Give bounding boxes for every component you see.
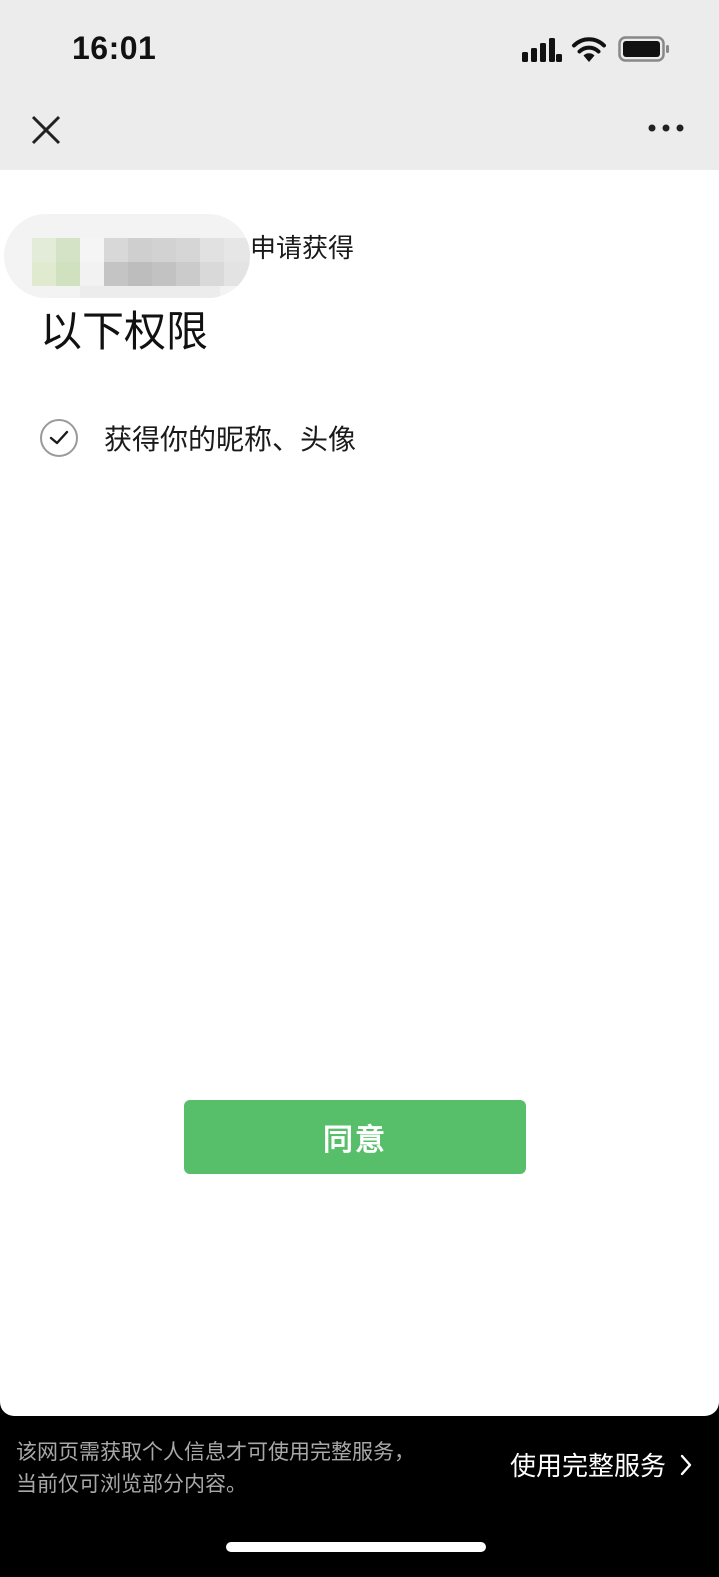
wifi-icon — [572, 37, 606, 62]
agree-button[interactable]: 同意 — [184, 1100, 526, 1174]
permission-item[interactable]: 获得你的昵称、头像 — [40, 418, 356, 458]
auth-panel: 申请获得 以下权限 获得你的昵称、头像 同意 — [0, 170, 719, 1416]
permission-label: 获得你的昵称、头像 — [104, 423, 357, 456]
checkmark-icon — [40, 419, 78, 457]
notice-line-2: 当前仅可浏览部分内容。 — [16, 1472, 247, 1496]
chevron-right-icon — [680, 1454, 692, 1475]
full-service-label: 使用完整服务 — [510, 1452, 667, 1482]
partial-access-notice: 该网页需获取个人信息才可使用完整服务， 当前仅可浏览部分内容。 — [16, 1436, 415, 1500]
bottom-bar: 该网页需获取个人信息才可使用完整服务， 当前仅可浏览部分内容。 使用完整服务 — [0, 1416, 719, 1577]
use-full-service-link[interactable]: 使用完整服务 — [510, 1446, 692, 1483]
battery-icon — [618, 36, 669, 62]
notice-line-1: 该网页需获取个人信息才可使用完整服务， — [16, 1440, 415, 1464]
nav-bar — [0, 100, 719, 170]
status-time: 16:01 — [72, 30, 157, 66]
status-bar: 16:01 — [0, 0, 719, 100]
request-text: 申请获得 — [250, 234, 355, 264]
permission-title: 以下权限 — [40, 307, 209, 356]
home-indicator — [226, 1542, 486, 1552]
close-icon[interactable] — [28, 112, 64, 148]
app-name-redacted — [4, 214, 250, 298]
more-icon[interactable] — [646, 118, 686, 138]
signal-icon — [522, 38, 562, 62]
